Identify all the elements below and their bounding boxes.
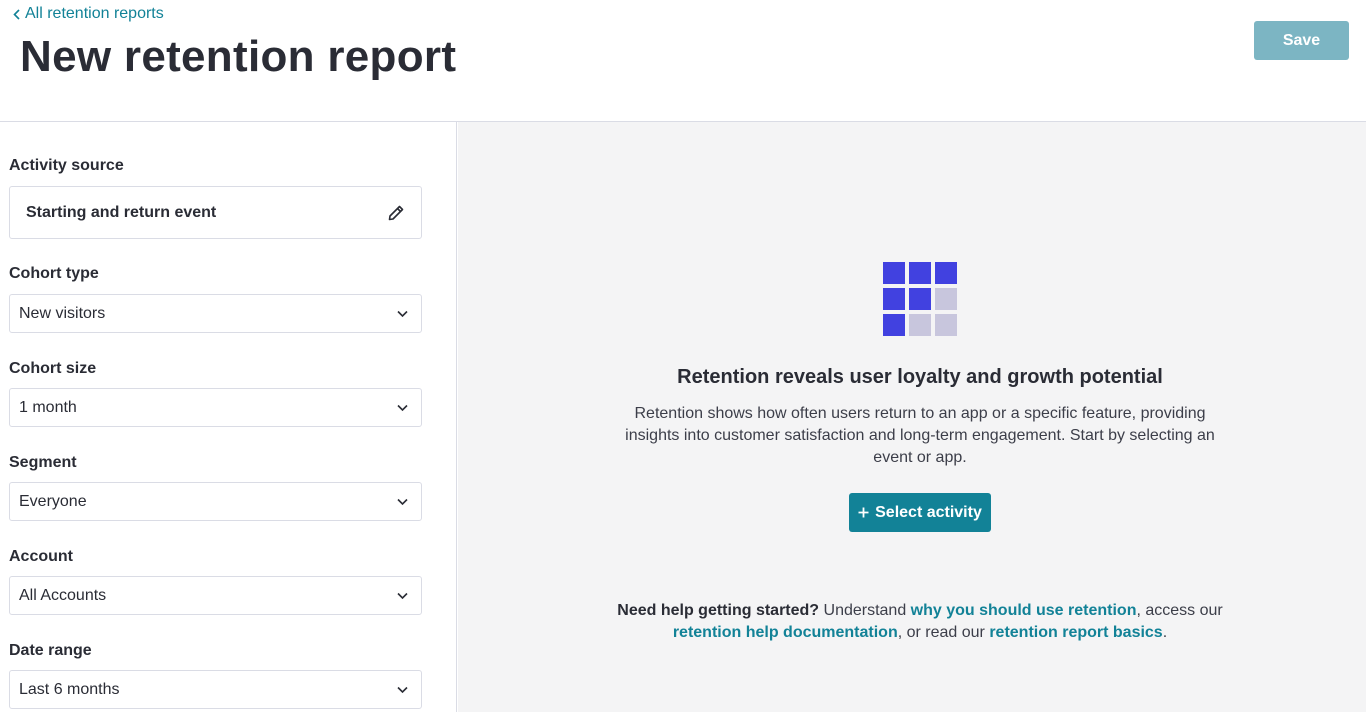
segment-select[interactable]: Everyone: [9, 482, 422, 521]
cohort-type-value: New visitors: [19, 304, 106, 322]
why-use-retention-link[interactable]: why you should use retention: [911, 602, 1137, 619]
empty-state-description: Retention shows how often users return t…: [625, 405, 1215, 466]
chevron-down-icon: [397, 686, 408, 694]
date-range-select[interactable]: Last 6 months: [9, 670, 422, 709]
retention-grid-icon: [883, 262, 957, 336]
retention-report-basics-link[interactable]: retention report basics: [989, 624, 1162, 641]
chevron-down-icon: [397, 592, 408, 600]
chevron-left-icon: [13, 8, 20, 20]
cohort-size-value: 1 month: [19, 398, 77, 416]
chevron-down-icon: [397, 404, 408, 412]
account-select[interactable]: All Accounts: [9, 576, 422, 615]
back-link[interactable]: All retention reports: [13, 5, 164, 23]
page-header: All retention reports New retention repo…: [0, 0, 1366, 122]
cohort-size-label: Cohort size: [9, 360, 97, 377]
plus-icon: [858, 507, 869, 518]
activity-source-box[interactable]: Starting and return event: [9, 186, 422, 239]
page-title: New retention report: [20, 32, 457, 81]
cohort-size-select[interactable]: 1 month: [9, 388, 422, 427]
date-range-label: Date range: [9, 642, 92, 659]
segment-label: Segment: [9, 454, 77, 471]
help-lead: Need help getting started?: [617, 602, 820, 619]
activity-source-label: Activity source: [9, 157, 124, 174]
cohort-type-select[interactable]: New visitors: [9, 294, 422, 333]
settings-sidebar: Activity source Starting and return even…: [0, 122, 457, 712]
retention-help-docs-link[interactable]: retention help documentation: [673, 624, 898, 641]
report-main-panel: Retention reveals user loyalty and growt…: [458, 122, 1366, 712]
chevron-down-icon: [397, 310, 408, 318]
activity-source-value: Starting and return event: [26, 203, 217, 221]
account-label: Account: [9, 548, 73, 565]
help-text: Need help getting started? Understand wh…: [615, 600, 1225, 644]
empty-state-title: Retention reveals user loyalty and growt…: [677, 366, 1163, 388]
select-activity-label: Select activity: [875, 503, 982, 521]
help-text-part: Understand: [819, 602, 911, 619]
help-text-part: .: [1162, 624, 1168, 641]
segment-value: Everyone: [19, 492, 87, 510]
date-range-value: Last 6 months: [19, 680, 120, 698]
back-link-label: All retention reports: [25, 5, 164, 22]
account-value: All Accounts: [19, 586, 107, 604]
cohort-type-label: Cohort type: [9, 265, 99, 282]
pencil-icon[interactable]: [387, 204, 405, 222]
help-text-part: , access our: [1136, 602, 1223, 619]
help-text-part: , or read our: [897, 624, 990, 641]
select-activity-button[interactable]: Select activity: [849, 493, 991, 532]
chevron-down-icon: [397, 498, 408, 506]
save-button[interactable]: Save: [1254, 21, 1349, 60]
